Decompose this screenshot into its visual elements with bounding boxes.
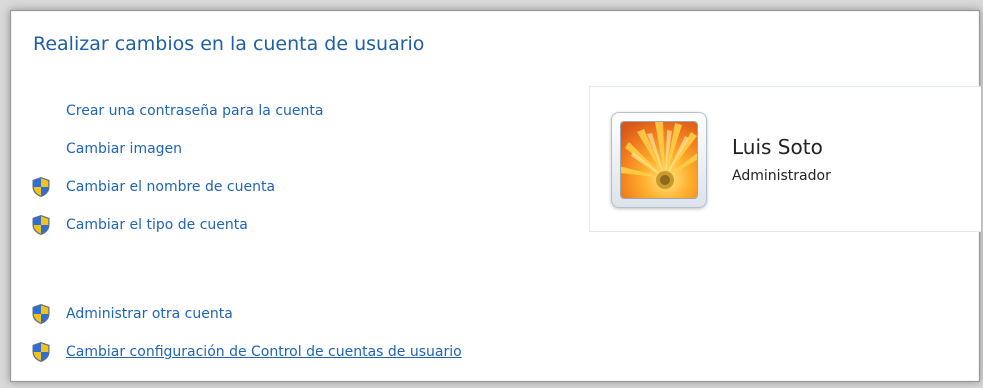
change-name-link[interactable]: Cambiar el nombre de cuenta xyxy=(66,179,275,195)
task-change-account-type[interactable]: Cambiar el tipo de cuenta xyxy=(31,213,248,237)
task-manage-other-account[interactable]: Administrar otra cuenta xyxy=(31,302,233,326)
task-uac-settings[interactable]: Cambiar configuración de Control de cuen… xyxy=(31,340,462,364)
avatar[interactable] xyxy=(611,112,707,208)
user-role: Administrador xyxy=(732,168,831,184)
uac-shield-icon xyxy=(31,214,51,236)
user-account-panel: Realizar cambios en la cuenta de usuario… xyxy=(10,10,981,382)
uac-shield-icon xyxy=(31,176,51,198)
create-password-link[interactable]: Crear una contraseña para la cuenta xyxy=(66,103,323,119)
flower-picture-icon xyxy=(621,122,697,198)
uac-settings-link[interactable]: Cambiar configuración de Control de cuen… xyxy=(66,344,462,360)
task-links: Crear una contraseña para la cuenta Camb… xyxy=(31,11,631,381)
task-change-name[interactable]: Cambiar el nombre de cuenta xyxy=(31,175,275,199)
change-account-type-link[interactable]: Cambiar el tipo de cuenta xyxy=(66,217,248,233)
uac-shield-icon xyxy=(31,303,51,325)
task-change-picture[interactable]: Cambiar imagen xyxy=(31,137,182,161)
user-name: Luis Soto xyxy=(732,135,823,159)
change-picture-link[interactable]: Cambiar imagen xyxy=(66,141,182,157)
uac-shield-icon xyxy=(31,341,51,363)
task-create-password[interactable]: Crear una contraseña para la cuenta xyxy=(31,99,323,123)
manage-other-account-link[interactable]: Administrar otra cuenta xyxy=(66,306,233,322)
user-tile: Luis Soto Administrador xyxy=(589,86,981,232)
